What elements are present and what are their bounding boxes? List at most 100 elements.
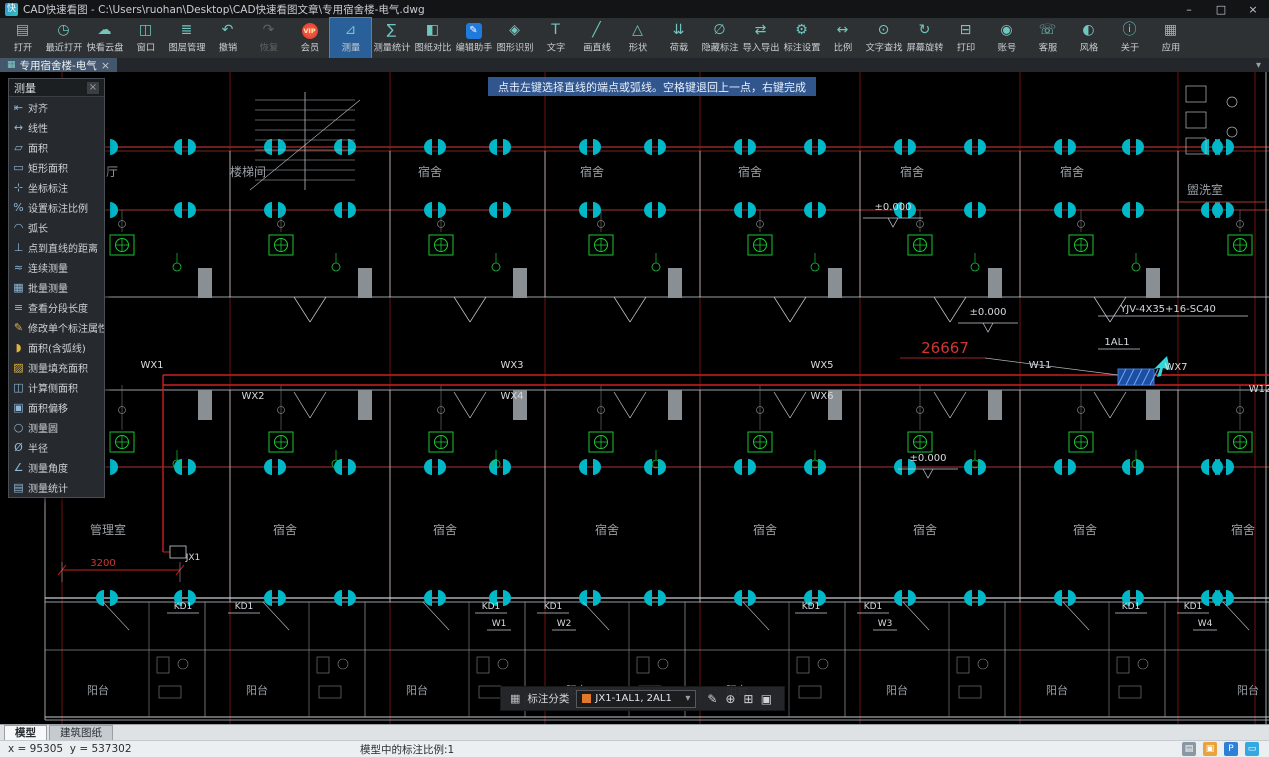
toolbar-edit-assistant-button[interactable]: ✎编辑助手	[453, 18, 494, 58]
toolbar-label: 导入导出	[742, 40, 779, 54]
toolbar-drawing-compare-button[interactable]: ◧图纸对比	[412, 18, 453, 58]
drawing-canvas[interactable]: 厅楼梯间宿舍宿舍宿舍宿舍宿舍盥洗室管理室宿舍宿舍宿舍宿舍宿舍宿舍宿舍阳台阳台阳台…	[0, 72, 1269, 724]
toolbar-support-button[interactable]: ☏客服	[1027, 18, 1068, 58]
measure-tool-item[interactable]: ∠测量角度	[9, 457, 104, 477]
measure-tool-item[interactable]: ◠弧长	[9, 217, 104, 237]
measure-tool-label: 连续测量	[28, 260, 68, 275]
edit-button[interactable]: ✎	[703, 692, 721, 706]
tab-menu-button[interactable]: ▾	[1248, 58, 1269, 72]
cursor-coordinates: x = 95305 y = 537302	[8, 743, 132, 755]
toolbar-label: 测量统计	[373, 40, 410, 54]
measure-tool-item[interactable]: ▱面积	[9, 137, 104, 157]
measure-tool-label: 查看分段长度	[28, 300, 88, 315]
pdf-icon[interactable]: P	[1224, 742, 1238, 756]
load-icon: ⇊	[673, 22, 685, 39]
pages-icon[interactable]: ▤	[1182, 742, 1196, 756]
toolbar-layer-manager-button[interactable]: ≣图层管理	[166, 18, 207, 58]
measure-tool-icon: ⊥	[12, 241, 25, 254]
panel-close-button[interactable]: ×	[87, 82, 99, 94]
measure-tool-item[interactable]: ▨测量填充面积	[9, 357, 104, 377]
measure-tool-item[interactable]: ▣面积偏移	[9, 397, 104, 417]
measure-tool-item[interactable]: ≈连续测量	[9, 257, 104, 277]
sheet-tab-model[interactable]: 模型	[4, 725, 47, 740]
measure-tool-icon: ✎	[12, 321, 25, 334]
toolbar-style-button[interactable]: ◐风格	[1068, 18, 1109, 58]
cad-text-label: 宿舍	[753, 522, 777, 537]
toolbar-vip-button[interactable]: VIP会员	[289, 18, 330, 58]
copy-button[interactable]: ⊞	[739, 692, 757, 706]
toolbar-measure-button[interactable]: ⊿测量	[330, 18, 371, 58]
cad-text-label: W12	[1249, 384, 1269, 395]
measure-tool-item[interactable]: ◫计算侧面积	[9, 377, 104, 397]
tab-close-icon[interactable]: ×	[101, 59, 110, 72]
toolbar-text-button[interactable]: T文字	[535, 18, 576, 58]
document-tab[interactable]: ▦ 专用宿舍楼-电气 ×	[0, 58, 117, 72]
toolbar-apps-button[interactable]: ▦应用	[1150, 18, 1191, 58]
measure-tool-item[interactable]: ▤测量统计	[9, 477, 104, 497]
folder-icon[interactable]: ▣	[1203, 742, 1217, 756]
paste-button[interactable]: ▣	[757, 692, 775, 706]
status-bar: x = 95305 y = 537302 模型中的标注比例:1 ▤▣P▭	[0, 740, 1269, 757]
toolbar-recent-open-button[interactable]: ◷最近打开	[43, 18, 84, 58]
move-button[interactable]: ⊕	[721, 692, 739, 706]
annotation-actions: ✎⊕⊞▣	[703, 692, 775, 706]
measure-tool-item[interactable]: ⊹坐标标注	[9, 177, 104, 197]
measure-tool-item[interactable]: ⇤对齐	[9, 97, 104, 117]
toolbar-label: 图形识别	[496, 40, 533, 54]
toolbar-import-export-button[interactable]: ⇄导入导出	[740, 18, 781, 58]
import-export-icon: ⇄	[755, 22, 767, 39]
toolbar-print-button[interactable]: ⊟打印	[945, 18, 986, 58]
close-button[interactable]: ×	[1237, 0, 1269, 18]
measure-tool-label: 坐标标注	[28, 180, 68, 195]
measure-tool-label: 测量填充面积	[28, 360, 88, 375]
toolbar-annotation-settings-button[interactable]: ⚙标注设置	[781, 18, 822, 58]
toolbar-window-button[interactable]: ◫窗口	[125, 18, 166, 58]
measure-tool-icon: ○	[12, 421, 25, 434]
toolbar-open-button[interactable]: ▤打开	[2, 18, 43, 58]
toolbar-scale-button[interactable]: ↔比例	[822, 18, 863, 58]
scale-icon: ↔	[837, 22, 849, 39]
toolbar-redo-button[interactable]: ↷恢复	[248, 18, 289, 58]
toolbar-label: 客服	[1038, 40, 1056, 54]
toolbar-hide-annotation-button[interactable]: ∅隐藏标注	[699, 18, 740, 58]
measure-tool-label: 测量统计	[28, 480, 68, 495]
measure-tool-icon: ▦	[12, 281, 25, 294]
monitor-icon[interactable]: ▭	[1245, 742, 1259, 756]
cad-text-label: KD1	[174, 602, 193, 612]
cad-drawing[interactable]: 厅楼梯间宿舍宿舍宿舍宿舍宿舍盥洗室管理室宿舍宿舍宿舍宿舍宿舍宿舍宿舍阳台阳台阳台…	[0, 72, 1269, 724]
toolbar-about-button[interactable]: ⓘ关于	[1109, 18, 1150, 58]
toolbar-undo-button[interactable]: ↶撤销	[207, 18, 248, 58]
measure-tool-item[interactable]: ▭矩形面积	[9, 157, 104, 177]
measure-tool-item[interactable]: ✎修改单个标注属性	[9, 317, 104, 337]
measure-tool-item[interactable]: %设置标注比例	[9, 197, 104, 217]
minimize-button[interactable]: –	[1173, 0, 1205, 18]
sheet-tab-architecture[interactable]: 建筑图纸	[49, 725, 113, 740]
measure-tool-icon: ▨	[12, 361, 25, 374]
toolbar-account-button[interactable]: ◉账号	[986, 18, 1027, 58]
cad-text-label: W1	[492, 619, 507, 629]
measure-tool-item[interactable]: ≡查看分段长度	[9, 297, 104, 317]
measure-tool-item[interactable]: ○测量圆	[9, 417, 104, 437]
category-dropdown[interactable]: JX1-1AL1, 2AL1 ▾	[576, 690, 696, 708]
toolbar-label: 测量	[341, 40, 359, 54]
measure-tool-item[interactable]: Ø半径	[9, 437, 104, 457]
maximize-button[interactable]: □	[1205, 0, 1237, 18]
toolbar-cloud-drive-button[interactable]: ☁快看云盘	[84, 18, 125, 58]
toolbar-measure-stats-button[interactable]: ∑测量统计	[371, 18, 412, 58]
measure-tool-item[interactable]: ↔线性	[9, 117, 104, 137]
toolbar-load-button[interactable]: ⇊荷载	[658, 18, 699, 58]
toolbar-label: 打开	[13, 40, 31, 54]
toolbar-text-search-button[interactable]: ⊙文字查找	[863, 18, 904, 58]
toolbar-draw-line-button[interactable]: ╱画直线	[576, 18, 617, 58]
measure-tool-item[interactable]: ◗面积(含弧线)	[9, 337, 104, 357]
measure-tool-item[interactable]: ▦批量测量	[9, 277, 104, 297]
document-tab-label: 专用宿舍楼-电气	[20, 58, 97, 73]
toolbar-label: 文字	[546, 40, 564, 54]
window-icon: ◫	[139, 22, 152, 39]
measure-tool-label: 设置标注比例	[28, 200, 88, 215]
measure-tool-item[interactable]: ⊥点到直线的距离	[9, 237, 104, 257]
cad-text-label: 宿舍	[1073, 522, 1097, 537]
toolbar-shape-recognition-button[interactable]: ◈图形识别	[494, 18, 535, 58]
toolbar-screen-rotate-button[interactable]: ↻屏幕旋转	[904, 18, 945, 58]
toolbar-shapes-button[interactable]: △形状	[617, 18, 658, 58]
